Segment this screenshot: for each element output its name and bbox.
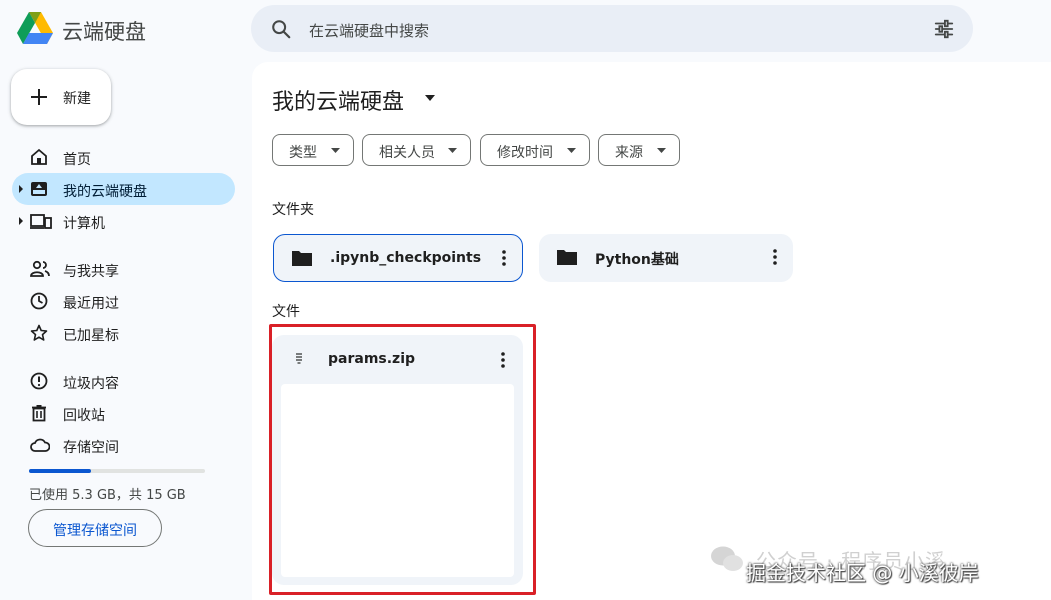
filter-people[interactable]: 相关人员 <box>362 134 471 166</box>
filter-label: 来源 <box>615 145 643 161</box>
sidebar-item-label: 垃圾内容 <box>63 376 119 392</box>
search-icon[interactable] <box>270 18 292 40</box>
zip-file-icon <box>296 353 302 364</box>
chevron-down-icon <box>331 148 340 153</box>
main-panel: 我的云端硬盘 类型 相关人员 修改时间 来源 文件夹 .ipynb_checkp… <box>252 62 1051 600</box>
storage-usage-text: 已使用 5.3 GB，共 15 GB <box>29 488 186 503</box>
filter-modified[interactable]: 修改时间 <box>480 134 590 166</box>
chevron-down-icon <box>657 148 666 153</box>
filter-type[interactable]: 类型 <box>272 134 354 166</box>
sidebar-item-label: 计算机 <box>63 216 105 232</box>
new-button[interactable]: 新建 <box>11 69 111 125</box>
filter-label: 相关人员 <box>379 145 435 161</box>
more-options-icon[interactable] <box>501 351 505 369</box>
drive-logo[interactable] <box>16 10 54 46</box>
sidebar-item-label: 最近用过 <box>63 296 119 312</box>
folder-card[interactable]: .ipynb_checkpoints <box>273 234 523 282</box>
file-preview[interactable] <box>281 384 514 577</box>
new-button-label: 新建 <box>63 91 91 107</box>
sidebar-item-label: 已加星标 <box>63 328 119 344</box>
manage-storage-label: 管理存储空间 <box>53 523 137 539</box>
chevron-down-icon <box>448 148 457 153</box>
search-options-icon[interactable] <box>933 18 955 40</box>
files-heading: 文件 <box>272 304 300 320</box>
search-input[interactable]: 在云端硬盘中搜索 <box>309 20 429 41</box>
dropdown-caret-icon[interactable] <box>425 95 435 101</box>
app-title: 云端硬盘 <box>62 20 146 44</box>
search-bar[interactable]: 在云端硬盘中搜索 <box>251 5 973 52</box>
manage-storage-button[interactable]: 管理存储空间 <box>28 509 162 547</box>
sidebar-item-starred[interactable]: 已加星标 <box>12 317 235 349</box>
sidebar-item-home[interactable]: 首页 <box>12 141 235 173</box>
computer-icon <box>30 214 52 229</box>
sidebar-item-trash[interactable]: 回收站 <box>12 397 235 429</box>
folder-icon <box>292 251 312 266</box>
sidebar-item-storage[interactable]: 存储空间 <box>12 429 235 461</box>
expand-arrow-icon[interactable] <box>18 185 24 193</box>
wechat-icon <box>711 546 743 571</box>
sidebar-item-label: 我的云端硬盘 <box>63 184 147 200</box>
folders-heading: 文件夹 <box>272 202 314 218</box>
plus-icon <box>31 89 47 105</box>
folder-icon <box>557 250 577 265</box>
shared-icon <box>30 260 50 277</box>
my-drive-icon <box>31 182 47 196</box>
star-icon <box>30 324 48 341</box>
sidebar-item-shared[interactable]: 与我共享 <box>12 253 235 285</box>
folder-name: .ipynb_checkpoints <box>330 250 482 266</box>
filter-label: 类型 <box>289 145 317 161</box>
file-card[interactable]: params.zip <box>272 335 523 585</box>
cloud-icon <box>30 438 50 452</box>
sidebar-item-label: 首页 <box>63 152 91 168</box>
page-title[interactable]: 我的云端硬盘 <box>272 84 404 116</box>
sidebar-item-label: 存储空间 <box>63 440 119 456</box>
watermark: 公众号 · 程序员小溪 掘金技术社区 @ 小溪彼岸 <box>710 545 1040 595</box>
storage-bar <box>29 469 205 473</box>
expand-arrow-icon[interactable] <box>18 217 24 225</box>
trash-icon <box>32 405 46 422</box>
watermark-line2: 掘金技术社区 @ 小溪彼岸 <box>746 561 979 585</box>
sidebar-item-label: 与我共享 <box>63 264 119 280</box>
spam-icon <box>30 372 48 390</box>
sidebar-item-recent[interactable]: 最近用过 <box>12 285 235 317</box>
clock-icon <box>30 292 48 310</box>
sidebar-item-computers[interactable]: 计算机 <box>12 205 235 237</box>
filter-label: 修改时间 <box>497 145 553 161</box>
folder-name: Python基础 <box>595 252 679 268</box>
sidebar-item-spam[interactable]: 垃圾内容 <box>12 365 235 397</box>
filter-source[interactable]: 来源 <box>598 134 680 166</box>
chevron-down-icon <box>567 148 576 153</box>
sidebar-item-label: 回收站 <box>63 408 105 424</box>
home-icon <box>31 148 47 165</box>
folder-card[interactable]: Python基础 <box>539 234 793 282</box>
more-options-icon[interactable] <box>773 248 777 266</box>
more-options-icon[interactable] <box>502 249 506 267</box>
sidebar-item-my-drive[interactable]: 我的云端硬盘 <box>12 173 235 205</box>
file-name: params.zip <box>328 351 416 367</box>
storage-bar-fill <box>29 469 92 473</box>
